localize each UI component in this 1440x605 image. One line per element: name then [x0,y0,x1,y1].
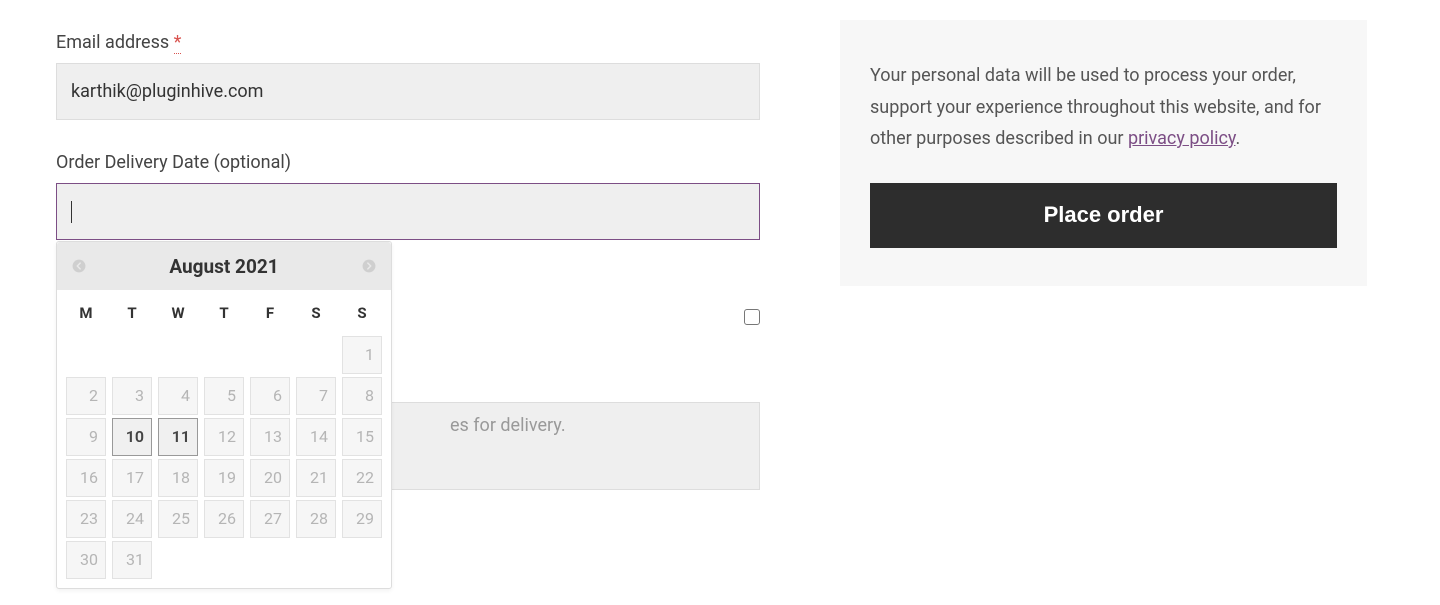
datepicker-day[interactable]: 21 [296,459,336,497]
email-field[interactable] [56,63,760,120]
datepicker-dayname: S [293,290,339,334]
datepicker-day[interactable]: 26 [204,500,244,538]
datepicker-daynames-row: MTWTFSS [63,290,385,334]
datepicker-title: August 2021 [169,255,278,278]
datepicker-day[interactable]: 23 [66,500,106,538]
datepicker-day[interactable]: 25 [158,500,198,538]
datepicker-empty-cell [296,336,336,374]
datepicker-day[interactable]: 15 [342,418,382,456]
datepicker-day[interactable]: 8 [342,377,382,415]
datepicker-day[interactable]: 17 [112,459,152,497]
datepicker-week-row: 1 [63,334,385,375]
datepicker-dayname: W [155,290,201,334]
datepicker-empty-cell [204,336,244,374]
delivery-date-field[interactable] [56,183,760,240]
place-order-button[interactable]: Place order [870,183,1337,248]
datepicker-empty-cell [66,336,106,374]
datepicker-empty-cell [250,541,290,579]
required-indicator: * [174,32,182,54]
datepicker-popup: August 2021 MTWTFSS 12345678910111213141… [56,241,392,589]
datepicker-day[interactable]: 2 [66,377,106,415]
privacy-notice: Your personal data will be used to proce… [870,60,1337,155]
datepicker-day[interactable]: 6 [250,377,290,415]
privacy-policy-link[interactable]: privacy policy [1128,128,1236,149]
datepicker-week-row: 9101112131415 [63,416,385,457]
next-month-button[interactable] [357,254,381,278]
prev-month-button[interactable] [67,254,91,278]
datepicker-header: August 2021 [57,242,391,290]
datepicker-day[interactable]: 28 [296,500,336,538]
datepicker-dayname: T [201,290,247,334]
datepicker-day[interactable]: 30 [66,541,106,579]
datepicker-dayname: S [339,290,385,334]
datepicker-week-row: 3031 [63,539,385,580]
delivery-date-label: Order Delivery Date (optional) [56,152,760,173]
datepicker-day[interactable]: 1 [342,336,382,374]
datepicker-empty-cell [204,541,244,579]
order-summary-panel: Your personal data will be used to proce… [840,20,1367,286]
datepicker-day[interactable]: 7 [296,377,336,415]
datepicker-day[interactable]: 18 [158,459,198,497]
datepicker-empty-cell [250,336,290,374]
datepicker-week-row: 16171819202122 [63,457,385,498]
email-label-text: Email address [56,32,174,53]
datepicker-day[interactable]: 11 [158,418,198,456]
datepicker-week-row: 23242526272829 [63,498,385,539]
datepicker-day[interactable]: 20 [250,459,290,497]
datepicker-day[interactable]: 14 [296,418,336,456]
chevron-right-icon [362,259,376,273]
datepicker-empty-cell [112,336,152,374]
privacy-text-post: . [1235,128,1240,149]
datepicker-day[interactable]: 5 [204,377,244,415]
privacy-text-pre: Your personal data will be used to proce… [870,65,1321,149]
datepicker-day[interactable]: 13 [250,418,290,456]
datepicker-day[interactable]: 3 [112,377,152,415]
email-label: Email address * [56,32,760,53]
datepicker-day[interactable]: 24 [112,500,152,538]
datepicker-day[interactable]: 4 [158,377,198,415]
datepicker-day[interactable]: 19 [204,459,244,497]
order-notes-placeholder-fragment: es for delivery. [450,415,566,436]
ship-different-checkbox[interactable] [744,309,760,325]
datepicker-day[interactable]: 9 [66,418,106,456]
datepicker-dayname: T [109,290,155,334]
datepicker-day[interactable]: 31 [112,541,152,579]
datepicker-day[interactable]: 22 [342,459,382,497]
datepicker-day[interactable]: 10 [112,418,152,456]
datepicker-dayname: F [247,290,293,334]
datepicker-empty-cell [296,541,336,579]
datepicker-empty-cell [158,541,198,579]
datepicker-week-row: 2345678 [63,375,385,416]
chevron-left-icon [72,259,86,273]
datepicker-empty-cell [158,336,198,374]
text-cursor [71,201,72,223]
datepicker-day[interactable]: 16 [66,459,106,497]
datepicker-day[interactable]: 29 [342,500,382,538]
datepicker-dayname: M [63,290,109,334]
datepicker-day[interactable]: 27 [250,500,290,538]
datepicker-day[interactable]: 12 [204,418,244,456]
datepicker-empty-cell [342,541,382,579]
